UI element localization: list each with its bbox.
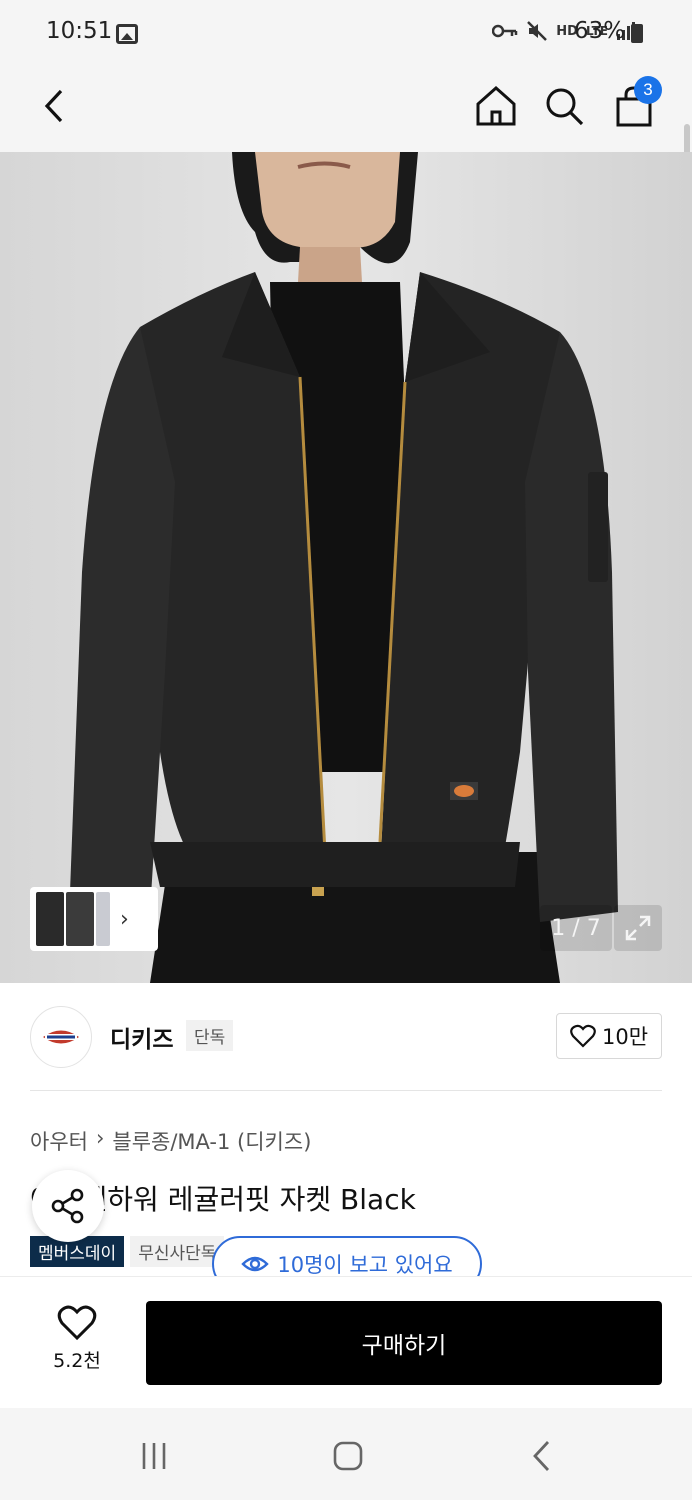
divider: [30, 1090, 662, 1091]
buy-button[interactable]: 구매하기: [146, 1301, 662, 1385]
key-icon: [492, 24, 518, 38]
wishlist-count: 5.2천: [53, 1350, 101, 1372]
image-counter: 1 / 7: [540, 905, 612, 951]
thumbnail-image[interactable]: [66, 892, 94, 946]
breadcrumb-item[interactable]: 아우터: [30, 1126, 88, 1156]
home-button[interactable]: [472, 82, 520, 130]
brand-name[interactable]: 디키즈: [110, 1020, 173, 1054]
battery-icon: [631, 24, 643, 43]
back-button[interactable]: [30, 82, 78, 130]
thumbnail-image[interactable]: [96, 892, 110, 946]
cart-count-badge: 3: [634, 76, 662, 104]
brand-like-button[interactable]: 10만: [556, 1013, 662, 1059]
gallery-notification-icon: [116, 24, 138, 44]
expand-button[interactable]: [614, 905, 662, 951]
share-icon: [51, 1188, 84, 1224]
exclusive-badge: 무신사단독: [130, 1236, 225, 1267]
back-nav-button[interactable]: [522, 1436, 562, 1476]
recent-apps-button[interactable]: [134, 1436, 174, 1476]
back-nav-icon: [533, 1441, 550, 1471]
product-image-gallery[interactable]: › 1 / 7: [0, 152, 692, 983]
status-bar: 10:51 HD LTE 63%: [0, 0, 692, 68]
status-time: 10:51: [46, 18, 113, 44]
product-photo: [0, 152, 692, 983]
home-nav-icon: [333, 1441, 363, 1471]
wishlist-button[interactable]: 5.2천: [40, 1305, 114, 1373]
chevron-right-icon: ›: [95, 1126, 105, 1150]
dickies-logo-icon: [43, 1030, 79, 1044]
viewers-text: 10명이 보고 있어요: [277, 1253, 453, 1277]
heart-icon: [570, 1024, 596, 1048]
eye-icon: [241, 1256, 270, 1272]
app-header: 3: [0, 68, 692, 186]
battery-percent: 63%: [574, 18, 626, 44]
cart-button[interactable]: 3: [610, 76, 662, 130]
brand-like-count: 10만: [601, 1025, 649, 1049]
brand-row: 디키즈 단독 10만: [30, 1006, 662, 1068]
mute-icon: [527, 21, 548, 41]
search-button[interactable]: [540, 82, 588, 130]
chevron-left-icon: [44, 89, 63, 123]
home-icon: [476, 85, 516, 126]
exclusive-tag: 단독: [186, 1020, 234, 1051]
breadcrumb-item[interactable]: 블루종/MA-1 (디키즈): [112, 1126, 311, 1156]
breadcrumb: 아우터 › 블루종/MA-1 (디키즈): [30, 1126, 311, 1156]
expand-icon: [625, 915, 651, 941]
bottom-action-bar: 5.2천 구매하기: [0, 1276, 692, 1408]
thumbnail-image[interactable]: [36, 892, 64, 946]
share-button[interactable]: [32, 1170, 104, 1242]
image-thumbnail-strip[interactable]: ›: [30, 887, 158, 951]
heart-icon: [57, 1305, 97, 1341]
system-nav-bar: [0, 1408, 692, 1500]
chevron-right-icon[interactable]: ›: [120, 907, 129, 932]
home-nav-button[interactable]: [328, 1436, 368, 1476]
brand-logo[interactable]: [30, 1006, 92, 1068]
recent-apps-icon: [142, 1443, 166, 1469]
search-icon: [546, 88, 584, 126]
